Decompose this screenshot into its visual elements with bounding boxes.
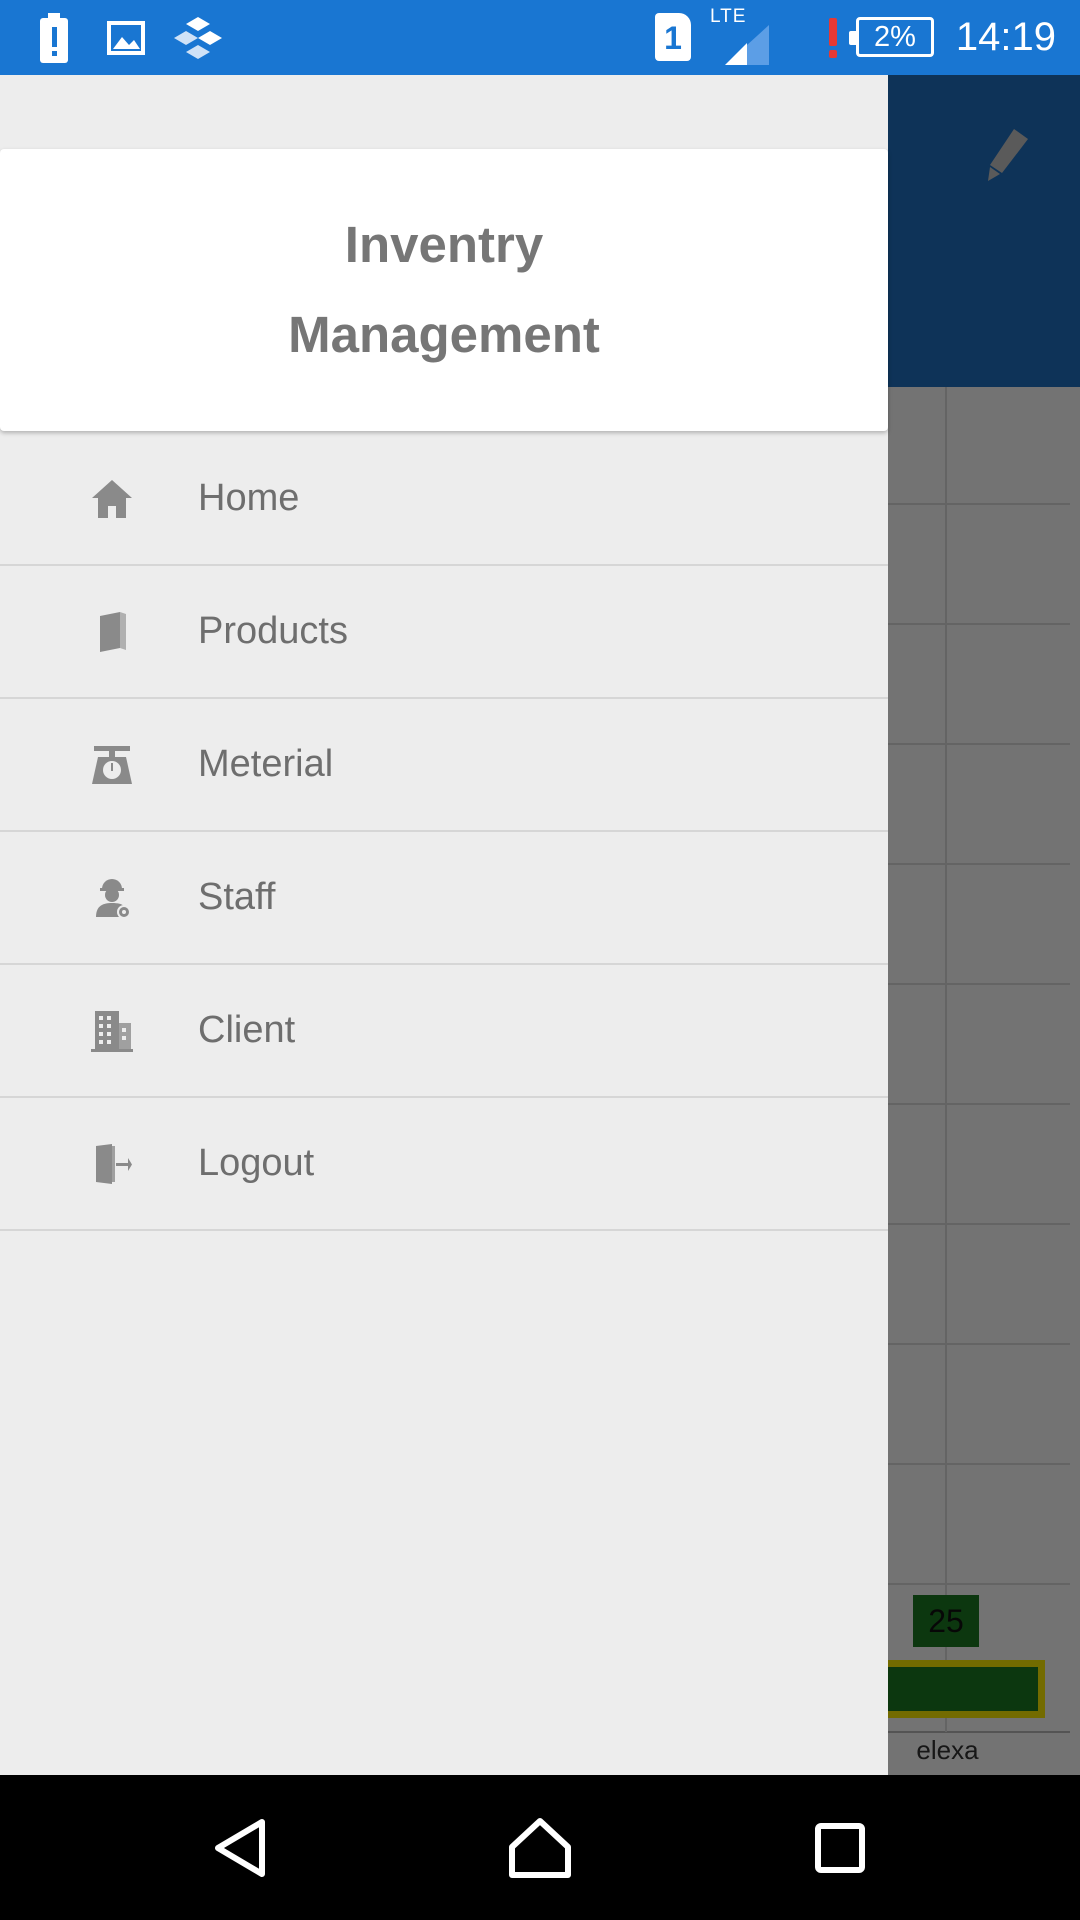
menu-label: Client xyxy=(198,1009,296,1051)
menu-item-meterial[interactable]: Meterial xyxy=(0,699,888,832)
logout-door-icon xyxy=(88,1140,136,1188)
building-icon xyxy=(88,1007,136,1055)
recents-icon[interactable] xyxy=(780,1775,900,1920)
alert-icon xyxy=(822,0,844,75)
drawer-menu: Home Products Meterial Staff Client Logo… xyxy=(0,433,888,1231)
menu-item-home[interactable]: Home xyxy=(0,433,888,566)
status-bar: 1 LTE 2% 14:19 xyxy=(0,0,1080,75)
home-icon xyxy=(88,475,136,523)
app-title-line-1: Inventry xyxy=(344,216,544,273)
sim-slot-indicator: 1 xyxy=(655,13,691,61)
menu-label: Logout xyxy=(198,1142,315,1184)
weighing-scale-icon xyxy=(88,741,136,789)
menu-item-logout[interactable]: Logout xyxy=(0,1098,888,1231)
navigation-drawer: Inventry Management Home Products Meteri… xyxy=(0,75,888,1775)
battery-indicator: 2% xyxy=(849,17,934,57)
menu-item-products[interactable]: Products xyxy=(0,566,888,699)
clock: 14:19 xyxy=(955,15,1056,59)
drawer-header: Inventry Management xyxy=(0,149,888,431)
menu-label: Products xyxy=(198,610,348,652)
menu-label: Staff xyxy=(198,876,276,918)
staff-worker-icon xyxy=(88,874,136,922)
system-nav-bar xyxy=(0,1775,1080,1920)
home-button-icon[interactable] xyxy=(480,1775,600,1920)
battery-alert-icon xyxy=(36,0,72,75)
back-icon[interactable] xyxy=(180,1775,300,1920)
screen: 1 LTE 2% 14:19 Inventry Management Home … xyxy=(0,0,1080,1920)
menu-label: Meterial xyxy=(198,743,334,785)
menu-item-staff[interactable]: Staff xyxy=(0,832,888,965)
gallery-icon xyxy=(106,0,146,75)
app-title-line-2: Management xyxy=(288,306,600,363)
menu-item-client[interactable]: Client xyxy=(0,965,888,1098)
product-box-icon xyxy=(88,608,136,656)
signal-icon xyxy=(722,0,772,75)
menu-label: Home xyxy=(198,477,300,519)
app-cubes-icon xyxy=(172,0,224,75)
